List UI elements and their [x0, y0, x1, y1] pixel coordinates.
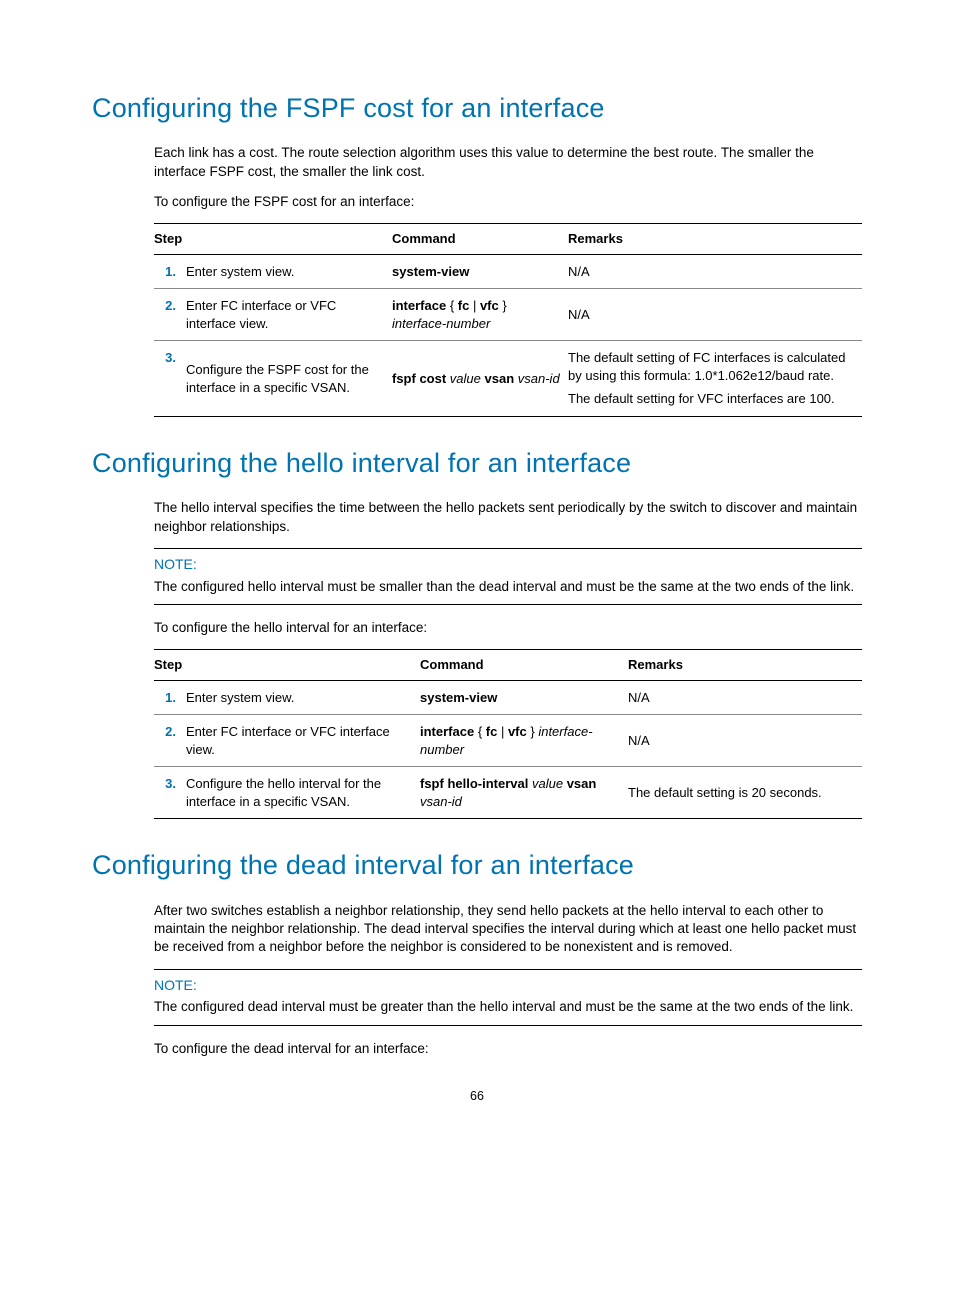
- step-description: Enter FC interface or VFC interface view…: [186, 289, 392, 341]
- col-header-step: Step: [154, 650, 420, 681]
- step-number: 2.: [154, 289, 186, 341]
- paragraph: To configure the FSPF cost for an interf…: [92, 193, 862, 211]
- paragraph: The hello interval specifies the time be…: [92, 499, 862, 535]
- heading-fspf-cost: Configuring the FSPF cost for an interfa…: [92, 90, 862, 126]
- heading-hello-interval: Configuring the hello interval for an in…: [92, 445, 862, 481]
- step-description: Enter system view.: [186, 680, 420, 715]
- step-number: 1.: [154, 254, 186, 289]
- remarks-cell: The default setting is 20 seconds.: [628, 767, 862, 819]
- step-number: 1.: [154, 680, 186, 715]
- table-row: 3.Configure the hello interval for the i…: [154, 767, 862, 819]
- note-text: The configured hello interval must be sm…: [154, 578, 862, 596]
- step-description: Enter system view.: [186, 254, 392, 289]
- remarks-cell: N/A: [568, 254, 862, 289]
- table-header-row: Step Command Remarks: [154, 650, 862, 681]
- paragraph: Each link has a cost. The route selectio…: [92, 144, 862, 180]
- table-row: 3.Configure the FSPF cost for the interf…: [154, 341, 862, 417]
- table-row: 1.Enter system view.system-viewN/A: [154, 680, 862, 715]
- step-description: Configure the FSPF cost for the interfac…: [186, 341, 392, 417]
- note-label: NOTE:: [154, 555, 862, 574]
- table-body: 1.Enter system view.system-viewN/A2.Ente…: [154, 680, 862, 819]
- remarks-cell: N/A: [568, 289, 862, 341]
- step-number: 3.: [154, 341, 186, 417]
- paragraph: To configure the dead interval for an in…: [92, 1040, 862, 1058]
- paragraph: To configure the hello interval for an i…: [92, 619, 862, 637]
- note-block: NOTE: The configured dead interval must …: [154, 969, 862, 1026]
- table-header-row: Step Command Remarks: [154, 224, 862, 255]
- table-hello-interval: Step Command Remarks 1.Enter system view…: [154, 649, 862, 819]
- step-description: Enter FC interface or VFC interface view…: [186, 715, 420, 767]
- step-description: Configure the hello interval for the int…: [186, 767, 420, 819]
- step-number: 3.: [154, 767, 186, 819]
- heading-dead-interval: Configuring the dead interval for an int…: [92, 847, 862, 883]
- table-fspf-cost: Step Command Remarks 1.Enter system view…: [154, 223, 862, 417]
- page-number: 66: [92, 1088, 862, 1105]
- note-label: NOTE:: [154, 976, 862, 995]
- remarks-cell: N/A: [628, 680, 862, 715]
- col-header-step: Step: [154, 224, 392, 255]
- command-cell: interface { fc | vfc } interface-number: [420, 715, 628, 767]
- note-block: NOTE: The configured hello interval must…: [154, 548, 862, 605]
- col-header-command: Command: [420, 650, 628, 681]
- table-body: 1.Enter system view.system-viewN/A2.Ente…: [154, 254, 862, 416]
- command-cell: system-view: [392, 254, 568, 289]
- command-cell: fspf cost value vsan vsan-id: [392, 341, 568, 417]
- table-row: 1.Enter system view.system-viewN/A: [154, 254, 862, 289]
- col-header-remarks: Remarks: [628, 650, 862, 681]
- note-text: The configured dead interval must be gre…: [154, 998, 862, 1016]
- table-row: 2.Enter FC interface or VFC interface vi…: [154, 715, 862, 767]
- command-cell: fspf hello-interval value vsan vsan-id: [420, 767, 628, 819]
- col-header-remarks: Remarks: [568, 224, 862, 255]
- col-header-command: Command: [392, 224, 568, 255]
- remarks-cell: N/A: [628, 715, 862, 767]
- paragraph: After two switches establish a neighbor …: [92, 902, 862, 957]
- table-row: 2.Enter FC interface or VFC interface vi…: [154, 289, 862, 341]
- command-cell: interface { fc | vfc } interface-number: [392, 289, 568, 341]
- remarks-cell: The default setting of FC interfaces is …: [568, 341, 862, 417]
- step-number: 2.: [154, 715, 186, 767]
- command-cell: system-view: [420, 680, 628, 715]
